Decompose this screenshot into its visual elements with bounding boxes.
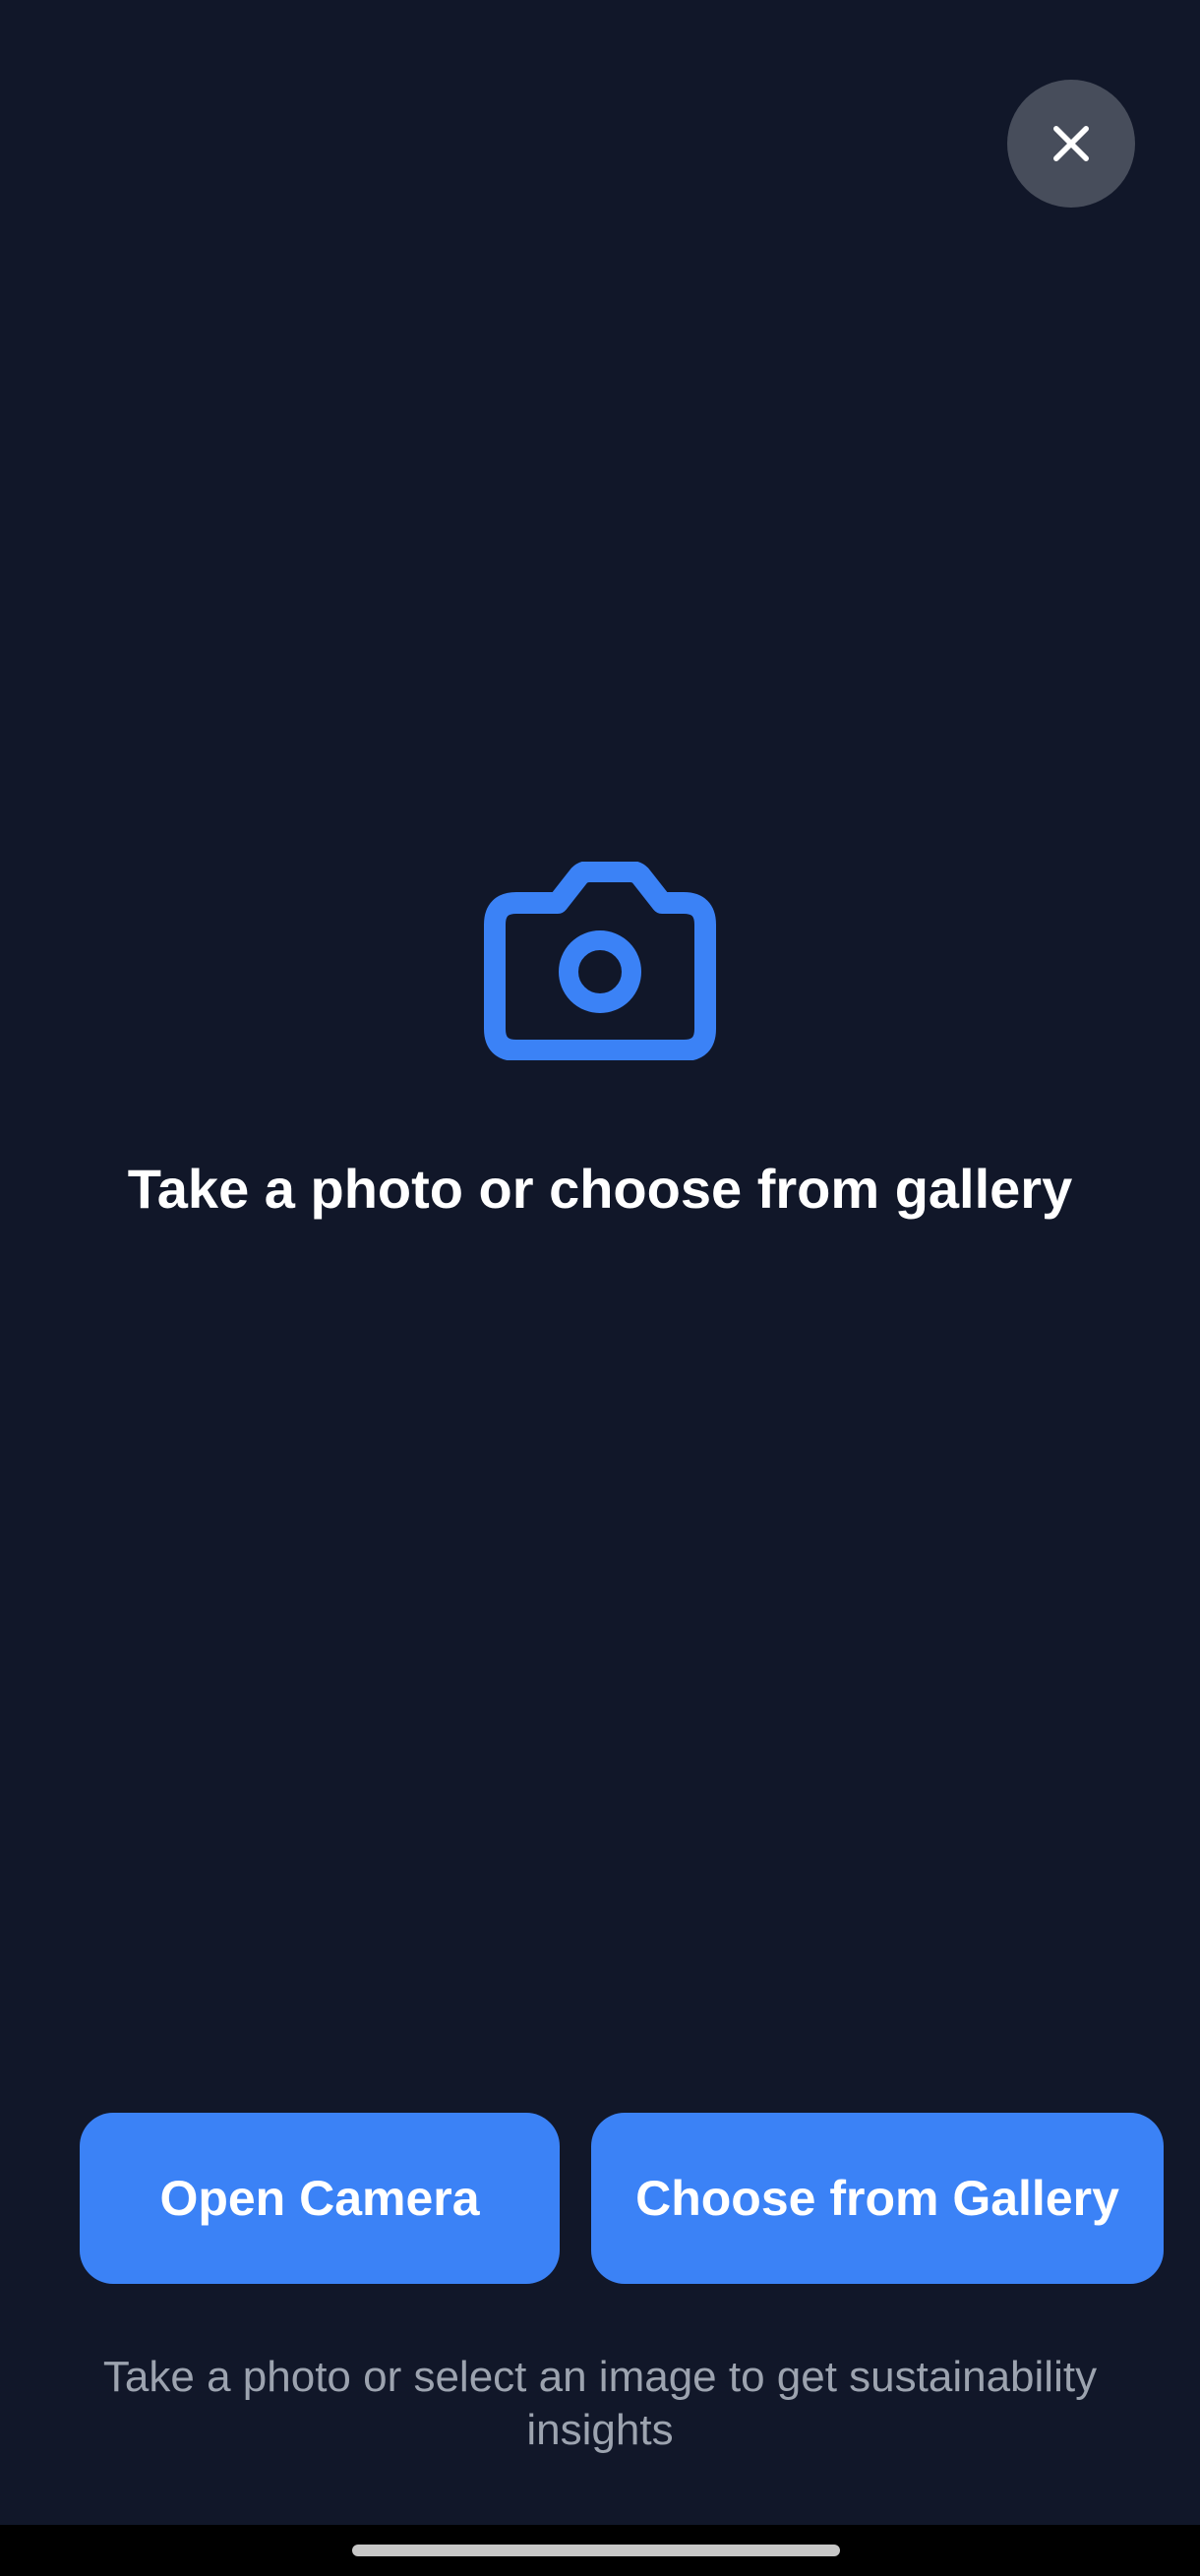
close-button[interactable] — [1007, 80, 1135, 208]
camera-icon — [484, 862, 716, 1060]
open-camera-button[interactable]: Open Camera — [80, 2113, 560, 2284]
prompt-title: Take a photo or choose from gallery — [127, 1158, 1073, 1220]
home-indicator[interactable] — [352, 2545, 840, 2556]
photo-picker-screen: Take a photo or choose from gallery Open… — [0, 0, 1200, 2525]
close-icon — [1053, 126, 1089, 161]
choose-from-gallery-button[interactable]: Choose from Gallery — [591, 2113, 1164, 2284]
helper-text: Take a photo or select an image to get s… — [102, 2353, 1098, 2454]
